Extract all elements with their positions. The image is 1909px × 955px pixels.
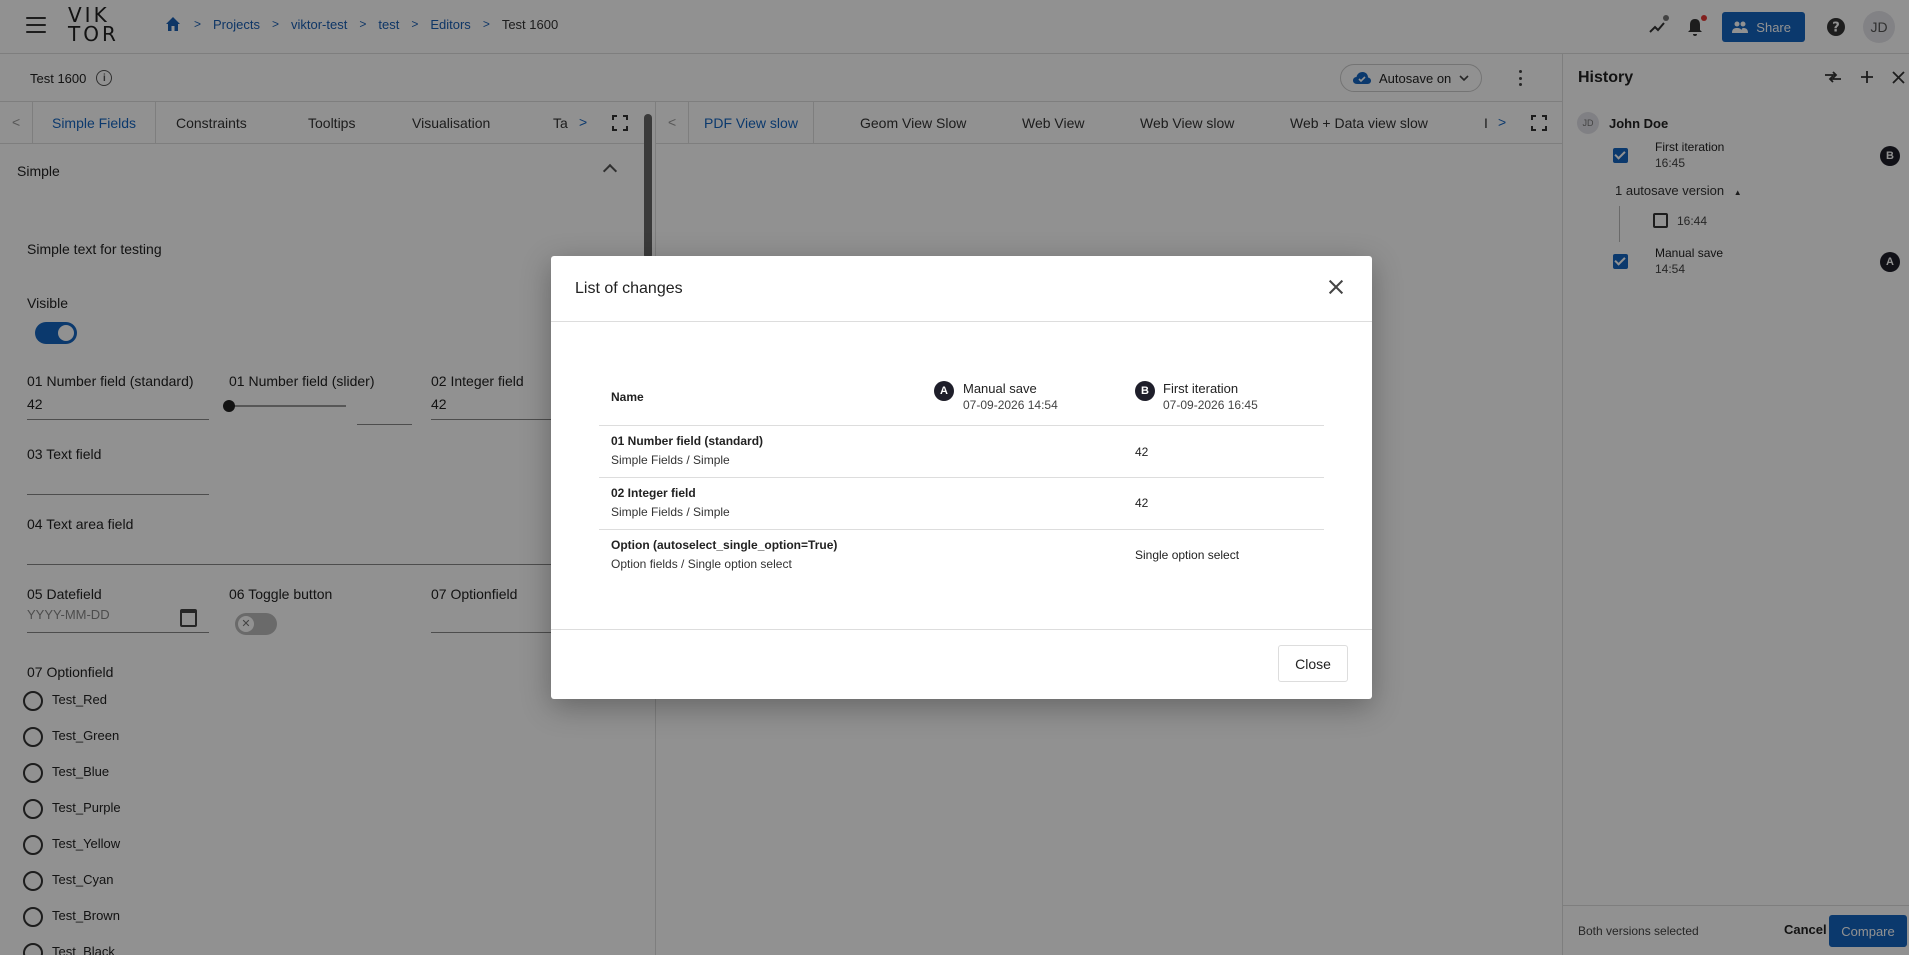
table-row-name: 02 Integer field bbox=[611, 486, 696, 500]
table-row-divider bbox=[599, 529, 1324, 530]
column-b-title: First iteration bbox=[1163, 381, 1239, 396]
column-header-name: Name bbox=[611, 390, 644, 404]
dialog-divider-bottom bbox=[551, 629, 1372, 630]
column-b-date: 07-09-2026 16:45 bbox=[1163, 398, 1258, 412]
column-a-badge: A bbox=[934, 381, 954, 401]
table-row-name: 01 Number field (standard) bbox=[611, 434, 764, 448]
column-a-date: 07-09-2026 14:54 bbox=[963, 398, 1058, 412]
table-row-name: Option (autoselect_single_option=True) bbox=[611, 538, 838, 552]
list-of-changes-dialog: List of changes Name A Manual save 07-09… bbox=[551, 256, 1372, 699]
table-row-path: Option fields / Single option select bbox=[611, 557, 792, 571]
table-row-divider bbox=[599, 425, 1324, 426]
close-button[interactable]: Close bbox=[1278, 645, 1348, 682]
column-a-title: Manual save bbox=[963, 381, 1037, 396]
dialog-divider-top bbox=[551, 321, 1372, 322]
table-row-value-b: Single option select bbox=[1135, 548, 1240, 562]
table-row-value-b: 42 bbox=[1135, 496, 1149, 510]
column-b-badge: B bbox=[1135, 381, 1155, 401]
table-row-path: Simple Fields / Simple bbox=[611, 453, 730, 467]
table-row-path: Simple Fields / Simple bbox=[611, 505, 730, 519]
close-icon[interactable] bbox=[1327, 278, 1345, 296]
table-row-value-b: 42 bbox=[1135, 445, 1149, 459]
dialog-title: List of changes bbox=[575, 280, 683, 297]
table-row-divider bbox=[599, 477, 1324, 478]
